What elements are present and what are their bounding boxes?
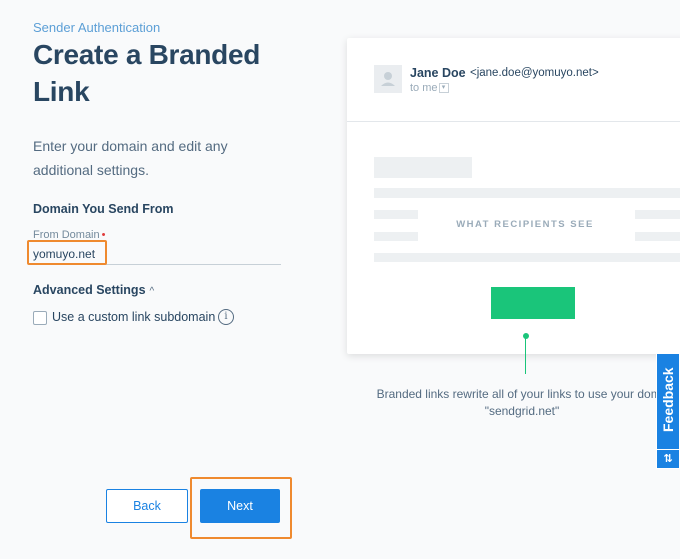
what-recipients-see-label: WHAT RECIPIENTS SEE (456, 219, 594, 230)
pointer-line (525, 338, 526, 374)
preview-caption: Branded links rewrite all of your links … (352, 386, 680, 420)
placeholder-line (374, 210, 418, 219)
cta-placeholder (491, 287, 575, 319)
custom-subdomain-checkbox[interactable] (33, 311, 47, 325)
placeholder-line (374, 188, 680, 198)
next-highlight-box (190, 477, 292, 539)
page-description: Enter your domain and edit any additiona… (33, 138, 228, 178)
placeholder-line (635, 210, 680, 219)
caret-down-icon: ▾ (438, 83, 449, 94)
card-divider (347, 121, 680, 122)
feedback-label[interactable]: Feedback (656, 353, 680, 447)
custom-subdomain-label[interactable]: Use a custom link subdomain (52, 310, 215, 324)
sort-icon[interactable]: ⇅ (656, 449, 680, 468)
sender-name: Jane Doe (410, 66, 466, 80)
recipient-dropdown: to me ▾ (410, 82, 449, 94)
caption-line-2: "sendgrid.net" (484, 404, 560, 418)
pointer-dot (523, 333, 529, 339)
page-title: Create a Branded Link (33, 39, 261, 107)
chevron-up-icon: ^ (149, 286, 155, 297)
placeholder-line (374, 232, 418, 241)
advanced-settings-label: Advanced Settings (33, 283, 146, 297)
user-icon (381, 72, 395, 86)
avatar (374, 65, 402, 93)
domain-section-heading: Domain You Send From (33, 202, 174, 216)
input-highlight-box (27, 240, 107, 265)
advanced-settings-toggle[interactable]: Advanced Settings ^ (33, 283, 154, 297)
placeholder-line (374, 253, 680, 262)
breadcrumb[interactable]: Sender Authentication (33, 20, 160, 35)
back-button[interactable]: Back (106, 489, 188, 523)
info-icon[interactable]: i (218, 309, 234, 325)
placeholder-block (374, 157, 472, 178)
placeholder-line (635, 232, 680, 241)
recipient-label: to me (410, 82, 438, 94)
caption-line-1: Branded links rewrite all of your links … (376, 387, 668, 401)
sender-email: <jane.doe@yomuyo.net> (470, 67, 599, 79)
